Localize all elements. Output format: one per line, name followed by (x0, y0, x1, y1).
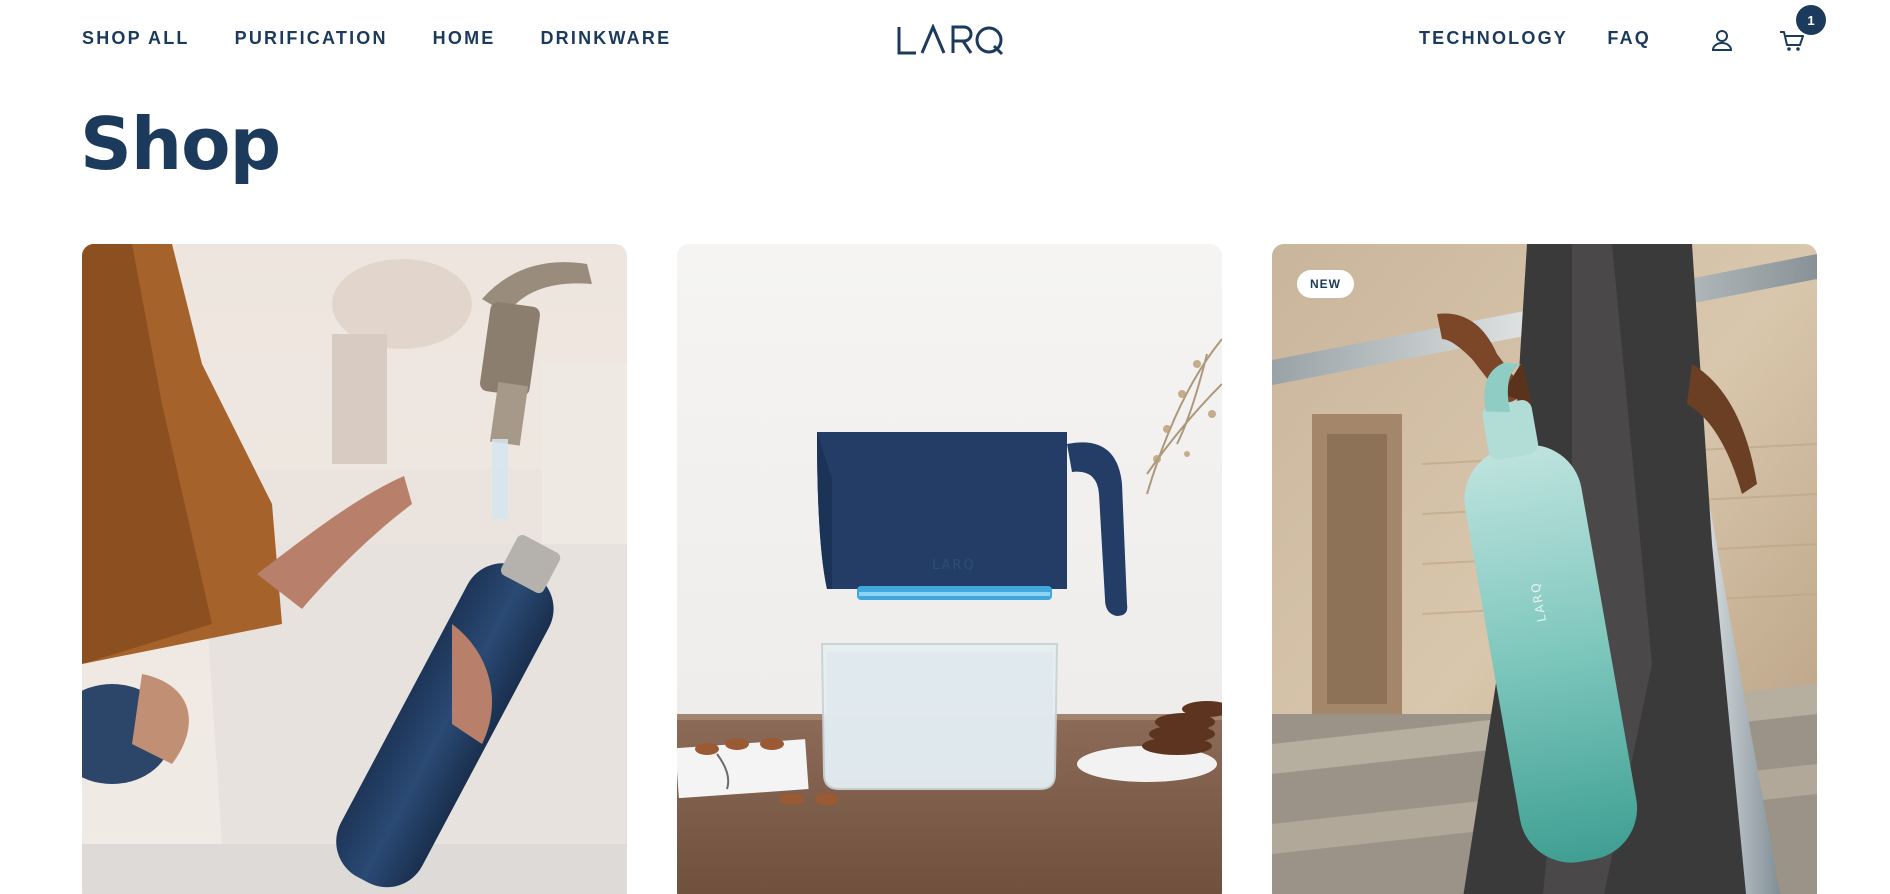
nav-faq[interactable]: FAQ (1607, 28, 1651, 49)
nav-purification[interactable]: PURIFICATION (235, 28, 388, 49)
new-badge: NEW (1297, 270, 1354, 298)
product-card-new-bottle[interactable]: LARQ NEW (1272, 244, 1817, 894)
svg-text:LARQ: LARQ (932, 558, 976, 573)
nav-drinkware[interactable]: DRINKWARE (540, 28, 671, 49)
product-image-teal-bottle: LARQ (1272, 244, 1817, 894)
product-grid: LARQ LARQ NEW (82, 244, 1818, 894)
nav-technology[interactable]: TECHNOLOGY (1419, 28, 1568, 49)
site-header: SHOP ALL PURIFICATION HOME DRINKWARE TEC… (0, 0, 1890, 80)
product-card-pitcher[interactable]: LARQ (677, 244, 1222, 894)
larq-logo[interactable] (896, 24, 1004, 56)
cart-count-badge[interactable]: 1 (1796, 5, 1826, 35)
product-image-pitcher: LARQ (677, 244, 1222, 894)
product-card-bottle[interactable] (82, 244, 627, 894)
nav-shop-all[interactable]: SHOP ALL (82, 28, 190, 49)
nav-home[interactable]: HOME (433, 28, 496, 49)
page-title: Shop (80, 102, 281, 186)
account-icon[interactable] (1708, 26, 1736, 54)
primary-nav: SHOP ALL PURIFICATION HOME DRINKWARE (82, 28, 671, 49)
product-image-bottle-faucet (82, 244, 627, 894)
